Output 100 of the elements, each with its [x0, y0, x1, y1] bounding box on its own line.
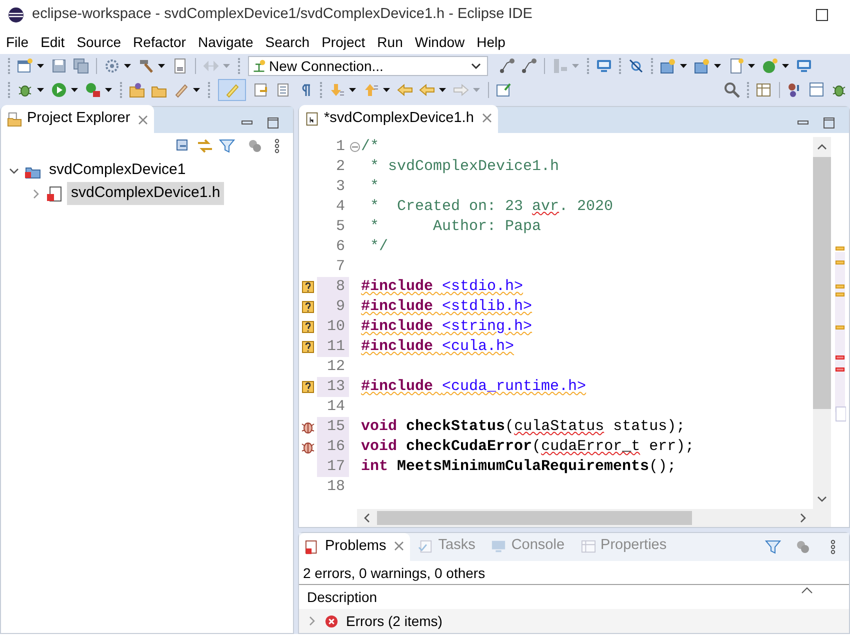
connection-dropdown[interactable]: New Connection...: [248, 56, 488, 76]
monitor-icon[interactable]: [596, 58, 612, 74]
caret-icon[interactable]: [71, 88, 78, 92]
binary-file-icon[interactable]: [172, 58, 188, 74]
menu-item[interactable]: Source: [70, 32, 128, 52]
save-all-icon[interactable]: [73, 58, 89, 74]
tree-item[interactable]: Errors (2 items): [346, 610, 442, 632]
menu-item[interactable]: Help: [470, 32, 512, 52]
error-icon: [325, 614, 338, 628]
folder-new-icon[interactable]: [694, 58, 710, 74]
code-line: /*: [361, 137, 380, 157]
column-header[interactable]: Description: [299, 586, 378, 608]
document-icon[interactable]: [253, 82, 269, 98]
left-arrow-icon[interactable]: [397, 82, 413, 98]
filter-icon[interactable]: [219, 138, 235, 154]
chevron-right-icon[interactable]: [31, 188, 41, 198]
code-line: #include <cuda_runtime.h>: [361, 377, 586, 397]
caret-icon[interactable]: [782, 64, 789, 68]
caret-icon[interactable]: [158, 64, 165, 68]
code-line: * Author: Papa: [369, 217, 542, 237]
file-new-icon[interactable]: [728, 58, 744, 74]
caret-icon[interactable]: [680, 64, 687, 68]
table-icon: [580, 538, 596, 554]
code-line: void checkStatus(culaStatus status);: [361, 417, 686, 437]
document-icon[interactable]: [275, 82, 291, 98]
menu-item[interactable]: Project: [316, 32, 372, 52]
highlighter-icon: [224, 82, 240, 98]
search-icon[interactable]: [724, 82, 740, 98]
scroll-down-icon[interactable]: [817, 495, 827, 503]
hammer-icon[interactable]: [138, 58, 154, 74]
tree-item[interactable]: svdComplexDevice1.h: [67, 182, 224, 205]
monitor-icon[interactable]: [796, 58, 812, 74]
view-tab[interactable]: Problems: [299, 533, 410, 561]
header-file-icon: [47, 186, 63, 202]
menu-item[interactable]: File: [0, 32, 35, 52]
connection-node-icon[interactable]: [521, 58, 537, 74]
menu-item[interactable]: Window: [408, 32, 471, 52]
maximize-icon[interactable]: [823, 117, 835, 129]
caret-icon[interactable]: [124, 64, 131, 68]
chevron-right-icon[interactable]: [307, 616, 317, 626]
new-window-icon[interactable]: [17, 58, 33, 74]
focus-icon[interactable]: [795, 539, 811, 555]
caret-icon[interactable]: [714, 64, 721, 68]
menu-item[interactable]: Run: [371, 32, 409, 52]
fold-icon[interactable]: [350, 142, 360, 152]
scroll-right-icon[interactable]: [799, 513, 807, 523]
window-icon[interactable]: [809, 82, 825, 98]
caret-icon[interactable]: [37, 88, 44, 92]
code-line: *: [369, 177, 380, 197]
header-file-icon: [305, 112, 319, 126]
save-icon[interactable]: [51, 58, 67, 74]
link-arrows-icon[interactable]: [197, 138, 213, 154]
view-tab[interactable]: Project Explorer: [1, 105, 154, 133]
line-number: 13: [317, 377, 349, 397]
code-line: */: [369, 237, 388, 257]
table-icon[interactable]: [756, 82, 772, 98]
caret-icon[interactable]: [383, 88, 390, 92]
folder-new-icon[interactable]: [660, 58, 676, 74]
connection-value: New Connection...: [269, 56, 384, 76]
window-pin-icon[interactable]: [496, 82, 512, 98]
connection-icon: [252, 59, 266, 73]
caret-icon[interactable]: [193, 88, 200, 92]
line-number: 3: [334, 177, 346, 197]
line-number: 2: [334, 157, 346, 177]
caret-icon[interactable]: [439, 88, 446, 92]
caret-icon[interactable]: [349, 88, 356, 92]
filter-icon[interactable]: [765, 539, 781, 555]
caret-icon[interactable]: [748, 64, 755, 68]
line-number: 18: [326, 477, 346, 497]
scroll-left-icon[interactable]: [363, 513, 371, 523]
line-number: 4: [334, 197, 346, 217]
checklist-icon: [418, 538, 434, 554]
caret-icon[interactable]: [37, 64, 44, 68]
menu-item[interactable]: Refactor: [127, 32, 192, 52]
maximize-button[interactable]: [816, 9, 828, 21]
maximize-icon[interactable]: [267, 117, 279, 129]
code-line: #include <cula.h>: [361, 337, 514, 357]
highlighter-toggle-button[interactable]: [218, 79, 246, 101]
horizontal-scrollbar[interactable]: [357, 509, 813, 527]
tree-item[interactable]: svdComplexDevice1: [45, 159, 190, 182]
focus-icon[interactable]: [247, 138, 263, 154]
code-line: * Created on: 23 avr. 2020: [369, 197, 614, 217]
sort-icon[interactable]: [801, 586, 813, 594]
folder-icon[interactable]: [129, 82, 145, 98]
connection-node-icon[interactable]: [499, 58, 515, 74]
vertical-scrollbar[interactable]: [813, 137, 831, 527]
line-number: 1: [334, 137, 346, 157]
menu-item[interactable]: Search: [259, 32, 316, 52]
chevron-down-icon[interactable]: [9, 166, 19, 176]
menu-item[interactable]: Navigate: [192, 32, 260, 52]
caret-icon[interactable]: [105, 88, 112, 92]
line-number: 16: [317, 437, 349, 457]
scroll-up-icon[interactable]: [817, 143, 827, 151]
editor-tab[interactable]: *svdComplexDevice1.h: [299, 105, 498, 133]
menu-item[interactable]: Edit: [34, 32, 71, 52]
chevron-down-icon[interactable]: [471, 63, 481, 69]
line-number: 12: [326, 357, 346, 377]
code-line: void checkCudaError(cudaError_t err);: [361, 437, 694, 457]
line-number: 17: [317, 457, 349, 477]
run-tool-icon[interactable]: [85, 82, 101, 98]
